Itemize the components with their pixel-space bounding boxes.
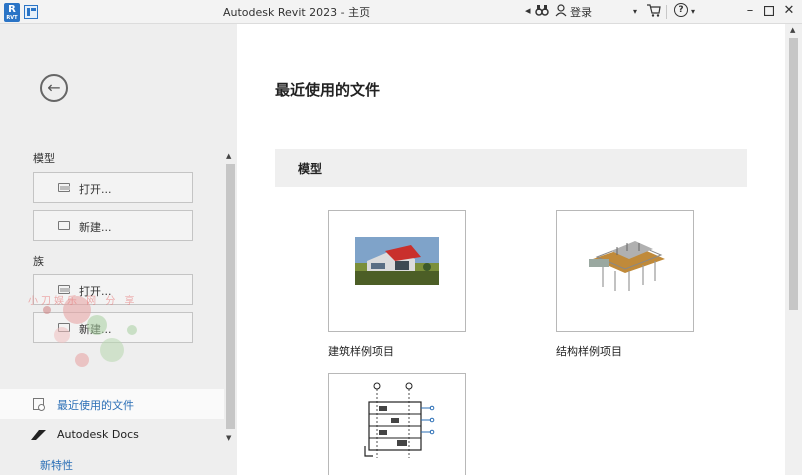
- whats-new-link[interactable]: 新特性: [40, 457, 73, 473]
- architectural-sample-thumbnail-icon: [355, 237, 439, 285]
- card-label-structural[interactable]: 结构样例项目: [556, 343, 622, 359]
- main-scroll-up-arrow[interactable]: ▲: [790, 26, 795, 34]
- minimize-button[interactable]: –: [741, 2, 759, 20]
- main-content: 最近使用的文件 模型 建筑样例项目 结构样例项目: [237, 24, 785, 475]
- model-new-button[interactable]: 新建...: [33, 210, 193, 241]
- new-folder-icon: [58, 221, 70, 230]
- login-dropdown-chevron-icon[interactable]: ▾: [633, 7, 637, 16]
- user-icon[interactable]: [555, 4, 567, 20]
- sidebar-scroll-up-arrow[interactable]: ▲: [226, 152, 231, 160]
- help-icon[interactable]: ?: [674, 3, 688, 17]
- watermark-text: 小刀娱乐 网 分 享: [28, 296, 138, 307]
- section-label-family: 族: [33, 255, 44, 268]
- back-arrow-button[interactable]: ←: [40, 74, 68, 102]
- group-header-model: 模型: [275, 149, 747, 187]
- cart-icon[interactable]: [647, 4, 661, 20]
- close-button[interactable]: ✕: [780, 2, 798, 20]
- revit-logo-icon[interactable]: R RVT: [4, 3, 20, 22]
- recent-file-card-structural[interactable]: [556, 210, 694, 332]
- binoculars-icon[interactable]: [535, 3, 549, 20]
- main-scrollbar[interactable]: ▲: [785, 24, 802, 475]
- open-folder-icon: [58, 183, 70, 192]
- collapse-arrow-icon[interactable]: ◂: [525, 4, 531, 17]
- autodesk-docs-icon: [31, 430, 46, 440]
- model-open-button[interactable]: 打开...: [33, 172, 193, 203]
- main-scrollbar-thumb[interactable]: [789, 38, 798, 310]
- card-label-architectural[interactable]: 建筑样例项目: [328, 343, 394, 359]
- page-title: 最近使用的文件: [275, 81, 381, 99]
- sidebar-scrollbar-thumb[interactable]: [226, 164, 235, 429]
- toolbar-divider: [666, 5, 667, 19]
- help-dropdown-chevron-icon[interactable]: ▾: [691, 7, 695, 16]
- structural-sample-thumbnail-icon: [589, 241, 665, 291]
- recent-file-card-architectural[interactable]: [328, 210, 466, 332]
- nav-item-recent-files[interactable]: 最近使用的文件: [0, 389, 224, 419]
- sidebar: ← 模型 打开... 新建... 族 打开... 新建... 小刀娱乐 网 分 …: [0, 24, 237, 475]
- sidebar-scroll-down-arrow[interactable]: ▼: [226, 434, 231, 442]
- title-bar: R RVT Autodesk Revit 2023 - 主页 ◂ 登录 ▾ ? ▾…: [0, 0, 802, 24]
- login-button[interactable]: 登录: [570, 4, 592, 20]
- nav-item-autodesk-docs[interactable]: Autodesk Docs: [0, 420, 224, 450]
- recent-file-card-mep[interactable]: [328, 373, 466, 475]
- recent-files-icon: [33, 398, 45, 411]
- quick-access-toolbar-icon[interactable]: [24, 5, 38, 19]
- section-label-model: 模型: [33, 152, 55, 165]
- maximize-button[interactable]: [760, 2, 778, 20]
- window-title: Autodesk Revit 2023 - 主页: [223, 6, 371, 19]
- mep-sample-thumbnail-icon: [364, 382, 435, 458]
